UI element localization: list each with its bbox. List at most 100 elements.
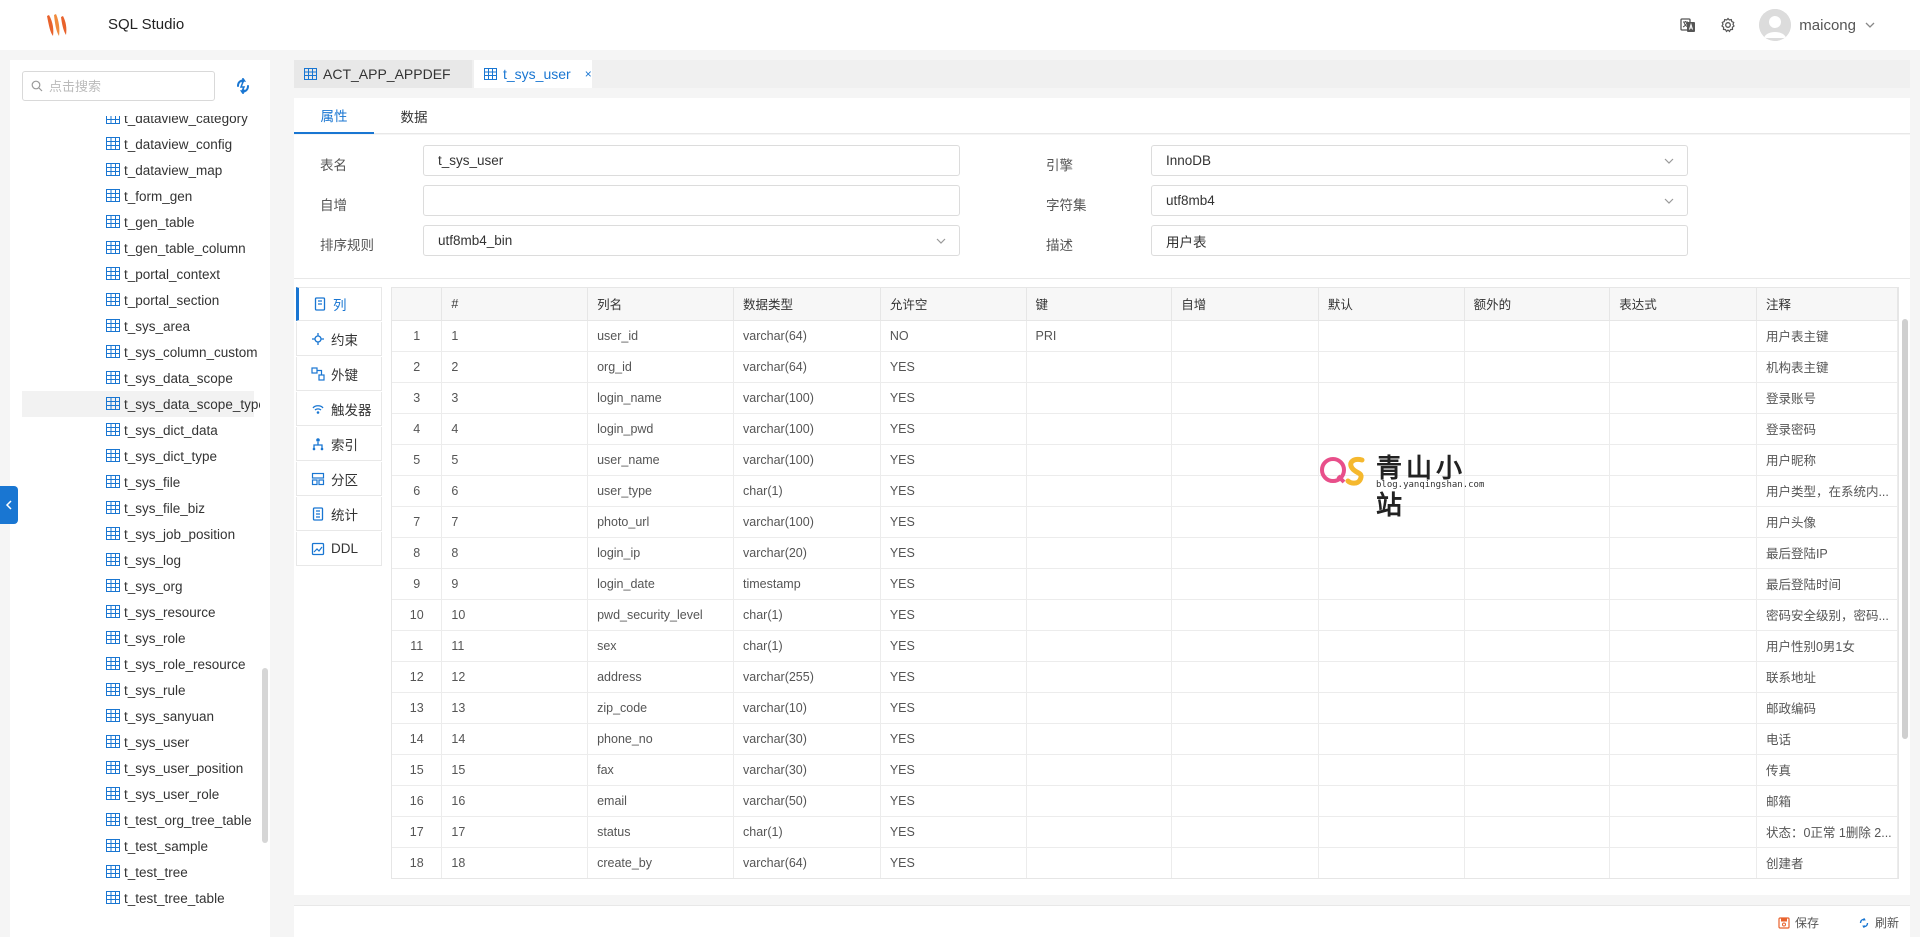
sidebar-item-t-sys-org[interactable]: t_sys_org [22,573,254,599]
tab-constraints[interactable]: 约束 [296,322,382,356]
column-header[interactable]: 列名 [587,288,735,321]
table-cell[interactable] [1318,723,1465,755]
tab-ddl[interactable]: DDL [296,532,382,566]
table-cell[interactable] [1609,630,1757,662]
table-cell[interactable]: varchar(100) [733,506,881,538]
table-cell[interactable] [1464,351,1611,383]
column-header[interactable]: 自增 [1171,288,1319,321]
table-cell[interactable]: varchar(100) [733,413,881,445]
table-cell[interactable] [1318,816,1465,848]
table-cell[interactable] [1609,475,1757,507]
column-header[interactable]: 允许空 [880,288,1027,321]
table-cell[interactable]: 密码安全级别，密码... [1756,599,1898,631]
table-cell[interactable]: 14 [441,723,589,755]
column-header[interactable]: 注释 [1756,288,1898,321]
table-cell[interactable] [1609,351,1757,383]
table-cell[interactable]: varchar(10) [733,692,881,724]
translate-icon[interactable] [1679,16,1697,34]
table-cell[interactable]: 13 [392,692,443,724]
table-cell[interactable]: org_id [587,351,735,383]
table-cell[interactable] [1609,847,1757,878]
table-cell[interactable] [1609,754,1757,786]
sidebar-item-t-test-tree[interactable]: t_test_tree [22,859,254,885]
sidebar-item-t-sys-data-scope-type[interactable]: t_sys_data_scope_type [22,391,260,417]
table-cell[interactable] [1026,723,1173,755]
table-cell[interactable]: 11 [392,630,443,662]
table-cell[interactable]: YES [880,599,1027,631]
table-cell[interactable]: 电话 [1756,723,1898,755]
table-cell[interactable]: 3 [392,382,443,414]
sidebar-item-t-sys-file[interactable]: t_sys_file [22,469,254,495]
collapse-sidebar-button[interactable] [0,486,18,524]
table-row[interactable]: 8 8 login_ip varchar(20) YES 最后登陆IP [392,537,1898,569]
table-cell[interactable] [1609,413,1757,445]
sidebar-item-t-test-sample[interactable]: t_test_sample [22,833,254,859]
sidebar-item-t-test-org-tree-table[interactable]: t_test_org_tree_table [22,807,254,833]
table-cell[interactable] [1464,816,1611,848]
table-cell[interactable]: 14 [392,723,443,755]
sidebar-item-t-sys-user-position[interactable]: t_sys_user_position [22,755,254,781]
table-cell[interactable] [1609,537,1757,569]
sidebar-item-t-sys-role-resource[interactable]: t_sys_role_resource [22,651,254,677]
table-cell[interactable] [1464,754,1611,786]
sidebar-item-t-sys-sanyuan[interactable]: t_sys_sanyuan [22,703,254,729]
table-cell[interactable] [1171,816,1319,848]
table-cell[interactable]: varchar(100) [733,444,881,476]
table-cell[interactable]: varchar(100) [733,382,881,414]
table-cell[interactable]: 17 [392,816,443,848]
table-cell[interactable] [1026,692,1173,724]
table-cell[interactable]: 联系地址 [1756,661,1898,693]
table-cell[interactable]: YES [880,630,1027,662]
table-cell[interactable]: 机构表主键 [1756,351,1898,383]
table-cell[interactable]: 传真 [1756,754,1898,786]
sidebar-item-t-sys-column-custom[interactable]: t_sys_column_custom [22,339,258,365]
table-row[interactable]: 10 10 pwd_security_level char(1) YES 密码安全级别，密… [392,599,1898,631]
table-cell[interactable]: YES [880,661,1027,693]
table-cell[interactable] [1318,537,1465,569]
table-cell[interactable] [1609,506,1757,538]
table-cell[interactable] [1171,630,1319,662]
table-cell[interactable] [1464,723,1611,755]
table-cell[interactable]: YES [880,847,1027,878]
table-cell[interactable]: 9 [441,568,589,600]
table-cell[interactable]: 5 [441,444,589,476]
tab-indexes[interactable]: 索引 [296,427,382,461]
table-cell[interactable]: YES [880,413,1027,445]
table-cell[interactable] [1026,785,1173,817]
table-cell[interactable]: 4 [441,413,589,445]
table-cell[interactable]: 6 [392,475,443,507]
table-cell[interactable] [1026,537,1173,569]
table-cell[interactable]: sex [587,630,735,662]
table-cell[interactable]: varchar(30) [733,723,881,755]
table-cell[interactable]: email [587,785,735,817]
table-cell[interactable]: YES [880,537,1027,569]
sidebar-item-t-test-tree-table[interactable]: t_test_tree_table [22,885,254,911]
table-cell[interactable] [1318,847,1465,878]
table-cell[interactable] [1609,599,1757,631]
table-cell[interactable]: 最后登陆时间 [1756,568,1898,600]
table-cell[interactable]: NO [880,320,1027,352]
table-row[interactable]: 18 18 create_by varchar(64) YES 创建者 [392,847,1898,878]
table-cell[interactable]: 1 [441,320,589,352]
tab-properties[interactable]: 属性 [294,98,374,134]
sidebar-item-t-sys-data-scope[interactable]: t_sys_data_scope [22,365,254,391]
table-cell[interactable]: 8 [392,537,443,569]
table-cell[interactable]: timestamp [733,568,881,600]
column-header[interactable] [392,288,443,321]
desc-field[interactable]: 用户表 [1151,225,1688,256]
sidebar-item-t-portal-section[interactable]: t_portal_section [22,287,254,313]
auto-inc-field[interactable] [423,185,960,216]
column-header[interactable]: 键 [1026,288,1173,321]
engine-select[interactable]: InnoDB [1151,145,1688,176]
table-row[interactable]: 17 17 status char(1) YES 状态：0正常 1删除 2... [392,816,1898,848]
table-cell[interactable] [1026,444,1173,476]
sidebar-item-t-gen-table-column[interactable]: t_gen_table_column [22,235,254,261]
table-cell[interactable] [1026,506,1173,538]
tab-data[interactable]: 数据 [374,98,454,134]
sidebar-item-t-gen-table[interactable]: t_gen_table [22,209,254,235]
table-cell[interactable] [1318,692,1465,724]
charset-select[interactable]: utf8mb4 [1151,185,1688,216]
table-cell[interactable]: create_by [587,847,735,878]
table-cell[interactable]: 16 [441,785,589,817]
sidebar-item-t-sys-dict-type[interactable]: t_sys_dict_type [22,443,254,469]
